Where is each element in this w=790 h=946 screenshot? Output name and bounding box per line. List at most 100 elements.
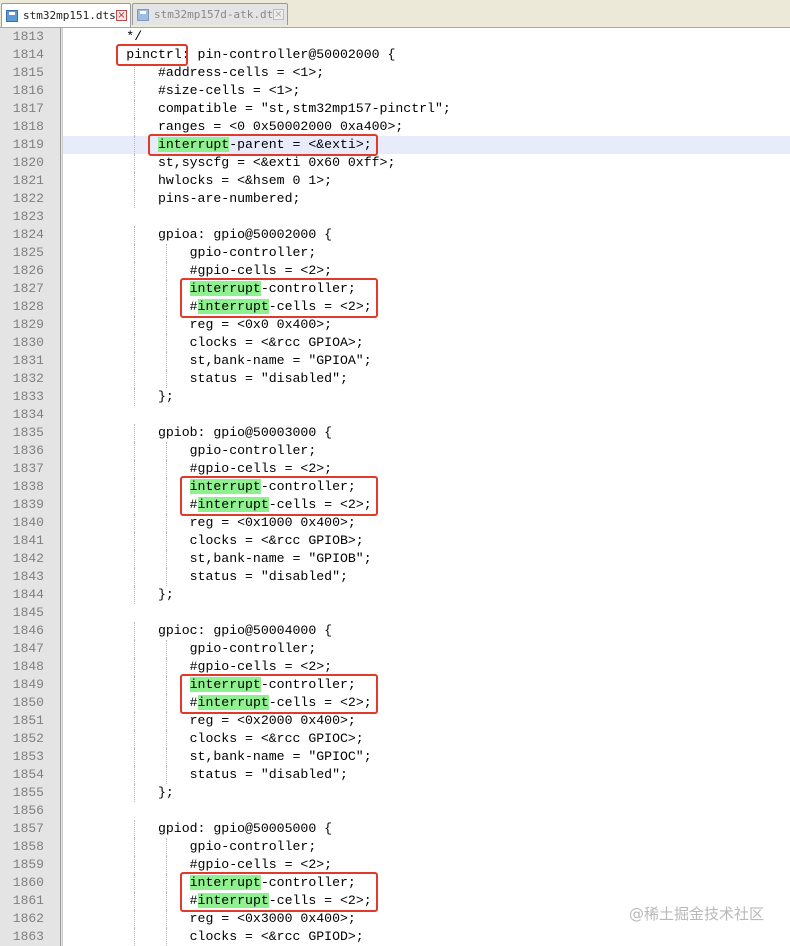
code-line[interactable]: 1817 compatible = "st,stm32mp157-pinctrl… bbox=[0, 100, 790, 118]
code-line[interactable]: 1844 }; bbox=[0, 586, 790, 604]
code-text: clocks = <&rcc GPIOB>; bbox=[63, 533, 364, 548]
tab-stm32mp151-dtsi[interactable]: stm32mp151.dtsi × bbox=[1, 3, 131, 27]
close-icon[interactable]: × bbox=[116, 10, 127, 21]
code-line[interactable]: 1857 gpiod: gpio@50005000 { bbox=[0, 820, 790, 838]
code-line[interactable]: 1833 }; bbox=[0, 388, 790, 406]
code-line[interactable]: 1848 #gpio-cells = <2>; bbox=[0, 658, 790, 676]
code-line[interactable]: 1839 #interrupt-cells = <2>; bbox=[0, 496, 790, 514]
code-line[interactable]: 1832 status = "disabled"; bbox=[0, 370, 790, 388]
code-text: compatible = "st,stm32mp157-pinctrl"; bbox=[63, 101, 451, 116]
line-number: 1827 bbox=[12, 281, 44, 296]
line-number: 1855 bbox=[12, 785, 44, 800]
line-number: 1843 bbox=[12, 569, 44, 584]
line-number: 1819 bbox=[12, 137, 44, 152]
line-number: 1834 bbox=[12, 407, 44, 422]
code-text: status = "disabled"; bbox=[63, 371, 348, 386]
code-line[interactable]: 1860 interrupt-controller; bbox=[0, 874, 790, 892]
annotation-box bbox=[179, 674, 378, 714]
code-text: gpioa: gpio@50002000 { bbox=[63, 227, 333, 242]
code-line[interactable]: 1830 clocks = <&rcc GPIOA>; bbox=[0, 334, 790, 352]
line-number: 1847 bbox=[12, 641, 44, 656]
code-line[interactable]: 1816 #size-cells = <1>; bbox=[0, 82, 790, 100]
code-line[interactable]: 1853 st,bank-name = "GPIOC"; bbox=[0, 748, 790, 766]
code-line[interactable]: 1826 #gpio-cells = <2>; bbox=[0, 262, 790, 280]
code-line[interactable]: 1835 gpiob: gpio@50003000 { bbox=[0, 424, 790, 442]
code-line[interactable]: 1827 interrupt-controller; bbox=[0, 280, 790, 298]
line-number: 1830 bbox=[12, 335, 44, 350]
code-text: hwlocks = <&hsem 0 1>; bbox=[63, 173, 333, 188]
code-line[interactable]: 1846 gpioc: gpio@50004000 { bbox=[0, 622, 790, 640]
code-line[interactable]: 1856 bbox=[0, 802, 790, 820]
save-file-icon bbox=[137, 8, 149, 21]
code-text: }; bbox=[63, 587, 174, 602]
code-line[interactable]: 1845 bbox=[0, 604, 790, 622]
code-line[interactable]: 1829 reg = <0x0 0x400>; bbox=[0, 316, 790, 334]
code-line[interactable]: 1859 #gpio-cells = <2>; bbox=[0, 856, 790, 874]
code-line[interactable]: 1838 interrupt-controller; bbox=[0, 478, 790, 496]
code-text: #address-cells = <1>; bbox=[63, 65, 325, 80]
code-editor[interactable]: 1813 */1814 pinctrl: pin-controller@5000… bbox=[0, 28, 790, 946]
line-number: 1837 bbox=[12, 461, 44, 476]
close-icon[interactable]: × bbox=[273, 9, 284, 20]
line-number: 1824 bbox=[12, 227, 44, 242]
line-number: 1842 bbox=[12, 551, 44, 566]
code-line[interactable]: 1842 st,bank-name = "GPIOB"; bbox=[0, 550, 790, 568]
line-number: 1846 bbox=[12, 623, 44, 638]
line-number: 1856 bbox=[12, 803, 44, 818]
annotation-box bbox=[179, 278, 378, 318]
line-number: 1817 bbox=[12, 101, 44, 116]
code-area[interactable]: 1813 */1814 pinctrl: pin-controller@5000… bbox=[0, 28, 790, 946]
code-line[interactable]: 1820 st,syscfg = <&exti 0x60 0xff>; bbox=[0, 154, 790, 172]
tab-label: stm32mp157d-atk.dtsi bbox=[154, 8, 273, 21]
code-text: clocks = <&rcc GPIOD>; bbox=[63, 929, 364, 944]
line-number: 1845 bbox=[12, 605, 44, 620]
code-line[interactable]: 1818 ranges = <0 0x50002000 0xa400>; bbox=[0, 118, 790, 136]
line-number: 1851 bbox=[12, 713, 44, 728]
tab-stm32mp157d-atk-dtsi[interactable]: stm32mp157d-atk.dtsi × bbox=[132, 3, 288, 25]
code-text: gpio-controller; bbox=[63, 641, 317, 656]
code-line[interactable]: 1831 st,bank-name = "GPIOA"; bbox=[0, 352, 790, 370]
code-line[interactable]: 1836 gpio-controller; bbox=[0, 442, 790, 460]
code-line[interactable]: 1825 gpio-controller; bbox=[0, 244, 790, 262]
code-line[interactable]: 1858 gpio-controller; bbox=[0, 838, 790, 856]
code-line[interactable]: 1855 }; bbox=[0, 784, 790, 802]
line-number: 1838 bbox=[12, 479, 44, 494]
line-number: 1853 bbox=[12, 749, 44, 764]
code-line[interactable]: 1849 interrupt-controller; bbox=[0, 676, 790, 694]
code-text: gpio-controller; bbox=[63, 839, 317, 854]
code-line[interactable]: 1834 bbox=[0, 406, 790, 424]
code-line[interactable]: 1850 #interrupt-cells = <2>; bbox=[0, 694, 790, 712]
line-number: 1858 bbox=[12, 839, 44, 854]
line-number: 1823 bbox=[12, 209, 44, 224]
code-line[interactable]: 1823 bbox=[0, 208, 790, 226]
line-number: 1833 bbox=[12, 389, 44, 404]
line-number: 1835 bbox=[12, 425, 44, 440]
code-line[interactable]: 1821 hwlocks = <&hsem 0 1>; bbox=[0, 172, 790, 190]
code-line[interactable]: 1854 status = "disabled"; bbox=[0, 766, 790, 784]
code-line[interactable]: 1824 gpioa: gpio@50002000 { bbox=[0, 226, 790, 244]
line-number: 1839 bbox=[12, 497, 44, 512]
code-line[interactable]: 1819 interrupt-parent = <&exti>; bbox=[0, 136, 790, 154]
code-line[interactable]: 1828 #interrupt-cells = <2>; bbox=[0, 298, 790, 316]
code-line[interactable]: 1837 #gpio-cells = <2>; bbox=[0, 460, 790, 478]
code-text: gpio-controller; bbox=[63, 245, 317, 260]
code-text: }; bbox=[63, 785, 174, 800]
code-line[interactable]: 1852 clocks = <&rcc GPIOC>; bbox=[0, 730, 790, 748]
code-text: gpioc: gpio@50004000 { bbox=[63, 623, 333, 638]
line-number: 1822 bbox=[12, 191, 44, 206]
code-line[interactable]: 1840 reg = <0x1000 0x400>; bbox=[0, 514, 790, 532]
code-line[interactable]: 1843 status = "disabled"; bbox=[0, 568, 790, 586]
code-line[interactable]: 1851 reg = <0x2000 0x400>; bbox=[0, 712, 790, 730]
line-number: 1828 bbox=[12, 299, 44, 314]
code-line[interactable]: 1841 clocks = <&rcc GPIOB>; bbox=[0, 532, 790, 550]
line-number: 1836 bbox=[12, 443, 44, 458]
code-line[interactable]: 1863 clocks = <&rcc GPIOD>; bbox=[0, 928, 790, 946]
code-line[interactable]: 1847 gpio-controller; bbox=[0, 640, 790, 658]
code-line[interactable]: 1822 pins-are-numbered; bbox=[0, 190, 790, 208]
code-text: gpiob: gpio@50003000 { bbox=[63, 425, 333, 440]
code-text: gpio-controller; bbox=[63, 443, 317, 458]
code-line[interactable]: 1815 #address-cells = <1>; bbox=[0, 64, 790, 82]
code-text: status = "disabled"; bbox=[63, 767, 348, 782]
code-text: reg = <0x1000 0x400>; bbox=[63, 515, 356, 530]
line-number: 1849 bbox=[12, 677, 44, 692]
